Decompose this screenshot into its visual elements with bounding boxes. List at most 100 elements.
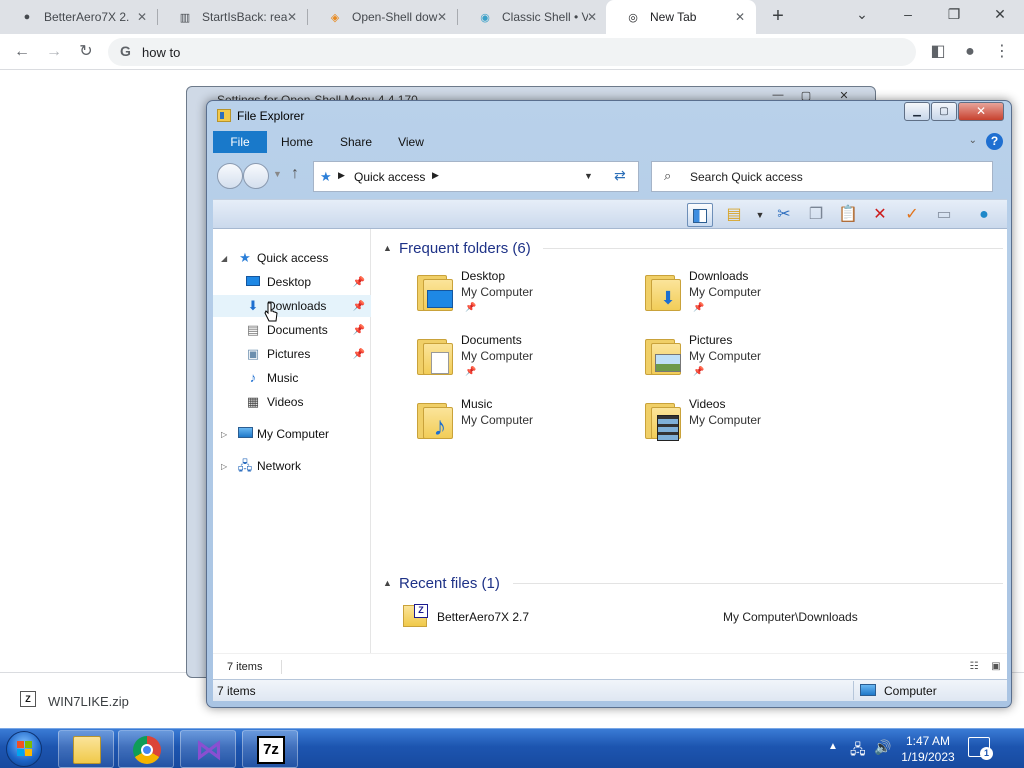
collapse-triangle-icon[interactable]: ▲ [383,243,399,253]
recent-files-header[interactable]: ▲ Recent files (1) [383,572,1003,594]
chevron-down-icon[interactable]: ▼ [747,203,773,227]
large-icons-view-icon[interactable]: ▣ [989,661,1003,673]
nav-network[interactable]: ▷ 🖧 Network [213,455,371,477]
restore-icon[interactable]: ❐ [944,6,964,23]
tab-view[interactable]: View [393,131,429,153]
start-button[interactable] [6,731,42,767]
taskbar-7zip[interactable]: 7z [242,730,298,768]
menu-icon[interactable]: ⋮ [990,40,1014,64]
tab-share[interactable]: Share [335,131,377,153]
minimize-button[interactable]: ▁ [904,102,930,121]
music-folder-icon: ♪ [415,401,455,441]
close-icon[interactable]: ✕ [134,9,150,25]
back-icon[interactable]: ← [10,40,34,64]
ribbon-expand-icon[interactable]: ⌄ [969,135,977,146]
close-icon[interactable]: ✕ [434,9,450,25]
address-bar[interactable]: ★ ▶ Quick access ▶ ▼ ⇄ [313,161,639,192]
recent-file-row[interactable]: BetterAero7X 2.7 My Computer\Downloads [403,604,993,629]
new-tab-button[interactable]: + [766,5,790,29]
side-panel-icon[interactable]: ◧ [926,40,950,64]
collapse-triangle-icon[interactable]: ▲ [383,578,399,588]
download-filename[interactable]: WIN7LIKE.zip [48,694,129,709]
copy-icon[interactable]: ❐ [803,203,829,227]
browser-tab-3[interactable]: ◈ Open-Shell dow ✕ [308,0,458,34]
profile-icon[interactable]: ● [958,40,982,64]
7zip-icon: 7z [257,736,285,764]
notification-center-icon[interactable]: 1 [968,737,993,760]
folder-tile-music[interactable]: ♪ Music My Computer [415,397,635,453]
help-button[interactable]: ? [986,133,1003,150]
tab-home[interactable]: Home [277,131,317,153]
minimize-icon[interactable]: – [898,6,918,22]
nav-label: My Computer [257,427,330,441]
globe-icon[interactable]: ● [971,203,997,227]
tab-title: StartIsBack: real [202,10,288,24]
paste-icon[interactable]: 📋 [835,203,861,227]
chrome-icon: ◎ [628,11,638,24]
cut-icon[interactable]: ✂ [771,203,797,227]
collapsed-icon[interactable]: ▷ [221,430,227,439]
properties-icon[interactable]: ▤ [721,203,747,227]
clock[interactable]: 1:47 AM 1/19/2023 [900,733,956,765]
frequent-folders-header[interactable]: ▲ Frequent folders (6) [383,237,1003,259]
command-bar: ▤ ▼ ✂ ❐ 📋 ✕ ✓ ▭ ● [213,199,1007,229]
folder-tile-pictures[interactable]: Pictures My Computer 📌 [643,333,863,389]
taskbar-chrome[interactable] [118,730,174,768]
details-view-icon[interactable]: ☷ [967,661,981,673]
navigation-row: ▼ ↑ ★ ▶ Quick access ▶ ▼ ⇄ ⌕ Search Quic… [213,155,1007,197]
nav-label: Documents [267,323,328,337]
forward-button[interactable] [243,163,269,189]
checkmark-icon[interactable]: ✓ [899,203,925,227]
delete-icon[interactable]: ✕ [867,203,893,227]
forward-icon[interactable]: → [42,40,66,64]
tab-file[interactable]: File [213,131,267,153]
close-icon[interactable]: ✕ [284,9,300,25]
address-dropdown-icon[interactable]: ▼ [584,171,593,181]
search-box[interactable]: ⌕ Search Quick access [651,161,993,192]
rename-icon[interactable]: ▭ [931,203,957,227]
omnibox[interactable]: G how to [108,38,916,66]
close-button[interactable]: ✕ [958,102,1004,121]
nav-item-downloads[interactable]: ⬇ Downloads 📌 [213,295,371,317]
recent-locations-icon[interactable]: ▼ [273,169,282,179]
expanded-icon[interactable]: ◢ [221,254,227,263]
close-window-icon[interactable]: ✕ [990,6,1010,23]
folder-tile-desktop[interactable]: Desktop My Computer 📌 [415,269,635,325]
folder-tile-videos[interactable]: Videos My Computer [643,397,863,453]
folder-tile-documents[interactable]: Documents My Computer 📌 [415,333,635,389]
address-location[interactable]: Quick access [354,170,425,184]
volume-icon[interactable]: 🔊 [874,739,891,768]
folder-name: Music [461,397,493,411]
folder-tile-downloads[interactable]: ⬇ Downloads My Computer 📌 [643,269,863,325]
chevron-right-icon[interactable]: ▶ [432,170,439,181]
nav-item-desktop[interactable]: Desktop 📌 [213,271,371,293]
close-icon[interactable]: ✕ [584,9,600,25]
nav-item-videos[interactable]: ▦ Videos [213,391,371,413]
nav-label: Desktop [267,275,312,289]
show-hidden-icons-icon[interactable]: ▲ [828,741,838,768]
section-title: Recent files (1) [399,574,500,592]
tab-search-icon[interactable]: ⌄ [852,6,872,23]
maximize-button[interactable]: ▢ [931,102,957,121]
close-icon[interactable]: ✕ [732,9,748,25]
nav-item-pictures[interactable]: ▣ Pictures 📌 [213,343,371,365]
network-tray-icon[interactable]: 🖧 [850,739,866,768]
browser-tab-4[interactable]: ◉ Classic Shell • V ✕ [458,0,608,34]
preview-pane-icon[interactable] [687,203,713,227]
refresh-icon[interactable]: ⇄ [614,167,626,184]
browser-tab-5[interactable]: ◎ New Tab ✕ [606,0,756,34]
browser-tab-2[interactable]: ▥ StartIsBack: real ✕ [158,0,308,34]
up-arrow-icon[interactable]: ↑ [291,165,299,183]
taskbar-visual-studio[interactable]: ⋈ [180,730,236,768]
file-explorer-window[interactable]: File Explorer ▁ ▢ ✕ File Home Share View… [206,100,1012,708]
collapsed-icon[interactable]: ▷ [221,462,227,471]
browser-tab-1[interactable]: ● BetterAero7X 2. ✕ [0,0,158,34]
taskbar-file-explorer[interactable] [58,730,114,768]
back-button[interactable] [217,163,243,189]
nav-my-computer[interactable]: ▷ My Computer [213,423,371,445]
nav-item-documents[interactable]: ▤ Documents 📌 [213,319,371,341]
nav-item-music[interactable]: ♪ Music [213,367,371,389]
nav-quick-access[interactable]: ◢ ★ Quick access [213,247,371,269]
reload-icon[interactable]: ↻ [74,40,98,64]
chevron-right-icon[interactable]: ▶ [338,170,345,181]
